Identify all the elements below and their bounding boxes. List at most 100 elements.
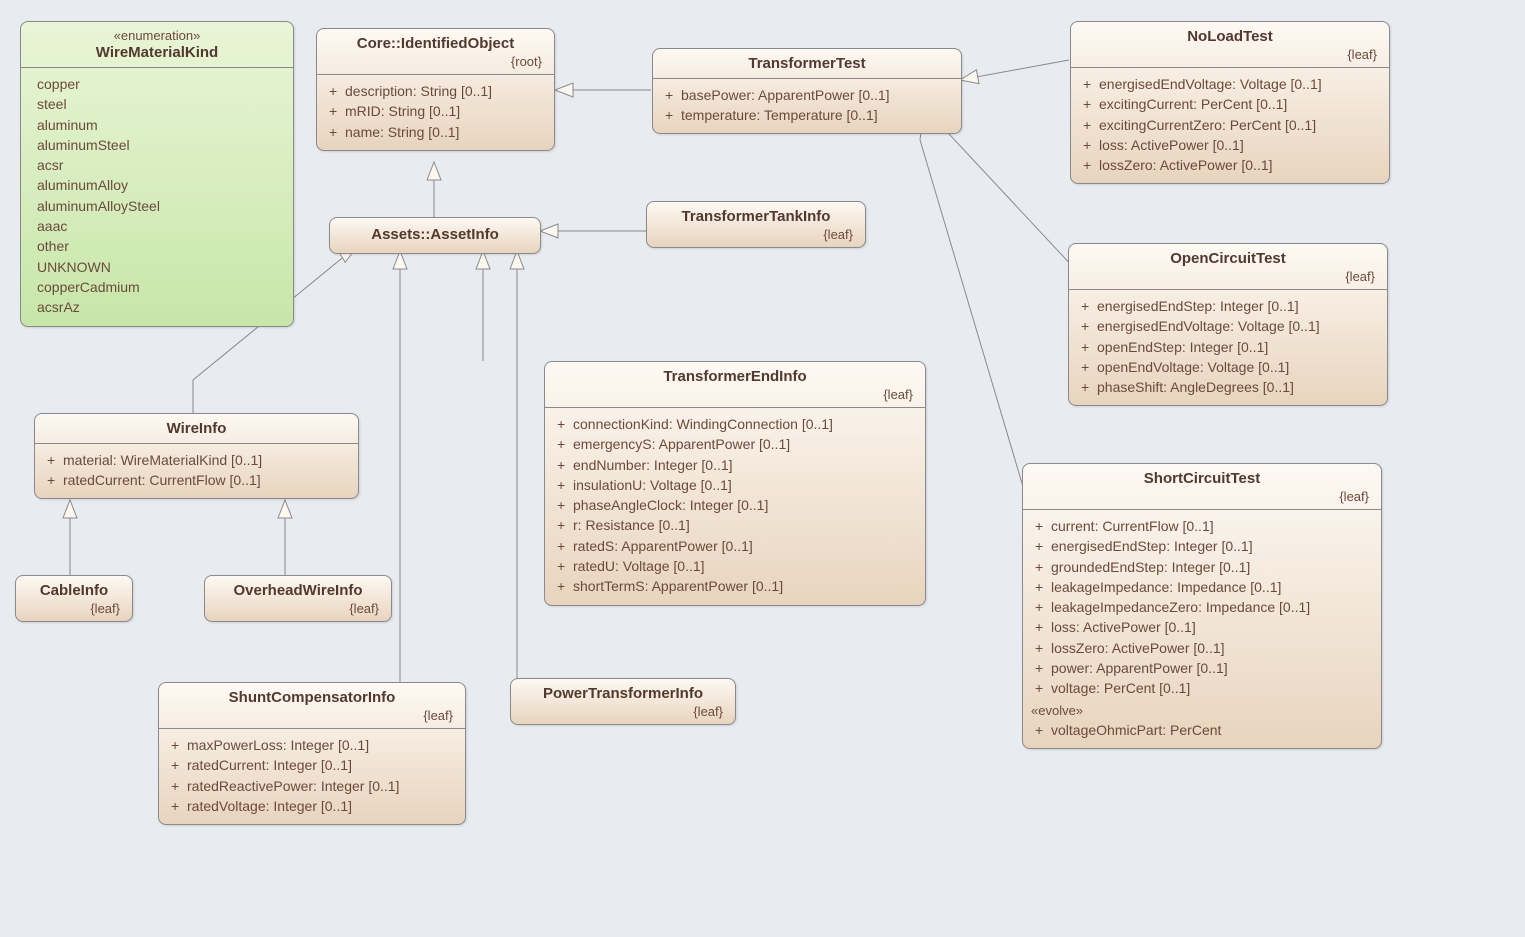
attribute: +name: String [0..1] [329, 122, 546, 142]
attribute: +groundedEndStep: Integer [0..1] [1035, 557, 1373, 577]
class-transformer-tank-info: TransformerTankInfo {leaf} [646, 201, 866, 248]
class-title: OpenCircuitTest {leaf} [1069, 244, 1387, 290]
class-no-load-test: NoLoadTest {leaf} +energisedEndVoltage: … [1070, 21, 1390, 184]
attribute-text: energisedEndVoltage: Voltage [0..1] [1097, 318, 1320, 334]
attribute-text: ratedCurrent: CurrentFlow [0..1] [63, 472, 261, 488]
attribute: +endNumber: Integer [0..1] [557, 455, 917, 475]
class-title: Core::IdentifiedObject {root} [317, 29, 554, 75]
enum-item: copper [33, 74, 285, 94]
class-identified-object: Core::IdentifiedObject {root} +descripti… [316, 28, 555, 151]
enum-item: acsrAz [33, 297, 285, 317]
attribute: +energisedEndStep: Integer [0..1] [1081, 296, 1379, 316]
attribute-text: basePower: ApparentPower [0..1] [681, 87, 890, 103]
class-open-circuit-test: OpenCircuitTest {leaf} +energisedEndStep… [1068, 243, 1388, 406]
attribute: +temperature: Temperature [0..1] [665, 105, 953, 125]
enum-item: aluminum [33, 115, 285, 135]
class-name: Assets::AssetInfo [371, 226, 499, 243]
attribute-text: loss: ActivePower [0..1] [1051, 619, 1196, 635]
attribute-text: energisedEndStep: Integer [0..1] [1097, 298, 1299, 314]
class-constraint: {leaf} [1033, 489, 1371, 505]
class-body: +connectionKind: WindingConnection [0..1… [545, 408, 925, 605]
enum-item: UNKNOWN [33, 257, 285, 277]
class-name: WireMaterialKind [96, 44, 218, 61]
class-title: ShuntCompensatorInfo {leaf} [159, 683, 465, 729]
attribute-text: ratedReactivePower: Integer [0..1] [187, 778, 399, 794]
enum-item: aaac [33, 216, 285, 236]
class-title: TransformerTankInfo {leaf} [647, 202, 865, 247]
attribute-text: r: Resistance [0..1] [573, 517, 690, 533]
class-body: +energisedEndVoltage: Voltage [0..1] +ex… [1071, 68, 1389, 183]
class-body: +description: String [0..1] +mRID: Strin… [317, 75, 554, 150]
attribute: +excitingCurrent: PerCent [0..1] [1083, 94, 1381, 114]
attribute-text: lossZero: ActivePower [0..1] [1051, 640, 1225, 656]
class-name: OverheadWireInfo [233, 582, 362, 599]
attribute-text: material: WireMaterialKind [0..1] [63, 452, 262, 468]
class-name: WireInfo [167, 420, 227, 437]
attribute: +voltage: PerCent [0..1] [1035, 678, 1373, 698]
attribute: +lossZero: ActivePower [0..1] [1035, 638, 1373, 658]
class-constraint: {leaf} [521, 704, 725, 720]
attribute: +ratedVoltage: Integer [0..1] [171, 796, 457, 816]
class-power-transformer-info: PowerTransformerInfo {leaf} [510, 678, 736, 725]
attribute-text: groundedEndStep: Integer [0..1] [1051, 559, 1250, 575]
attribute: +r: Resistance [0..1] [557, 515, 917, 535]
attribute: +loss: ActivePower [0..1] [1035, 617, 1373, 637]
attribute-text: mRID: String [0..1] [345, 103, 460, 119]
attribute: +energisedEndVoltage: Voltage [0..1] [1081, 316, 1379, 336]
attribute-text: connectionKind: WindingConnection [0..1] [573, 416, 833, 432]
class-title: OverheadWireInfo {leaf} [205, 576, 391, 621]
class-title: PowerTransformerInfo {leaf} [511, 679, 735, 724]
attribute: +connectionKind: WindingConnection [0..1… [557, 414, 917, 434]
class-name: TransformerTankInfo [682, 208, 831, 225]
attribute: +leakageImpedance: Impedance [0..1] [1035, 577, 1373, 597]
attribute-text: ratedU: Voltage [0..1] [573, 558, 705, 574]
attribute-text: shortTermS: ApparentPower [0..1] [573, 578, 783, 594]
class-body: +material: WireMaterialKind [0..1] +rate… [35, 444, 358, 499]
enum-body: copper steel aluminum aluminumSteel acsr… [21, 68, 293, 326]
attribute: +energisedEndStep: Integer [0..1] [1035, 536, 1373, 556]
class-name: TransformerEndInfo [663, 368, 806, 385]
attribute-text: voltage: PerCent [0..1] [1051, 680, 1190, 696]
attribute-text: openEndVoltage: Voltage [0..1] [1097, 359, 1289, 375]
attribute: +ratedCurrent: CurrentFlow [0..1] [47, 470, 350, 490]
class-constraint: {leaf} [215, 601, 381, 617]
attribute: +loss: ActivePower [0..1] [1083, 135, 1381, 155]
class-constraint: {leaf} [1079, 269, 1377, 285]
class-constraint: {root} [327, 54, 544, 70]
class-title: WireInfo [35, 414, 358, 444]
attribute: +power: ApparentPower [0..1] [1035, 658, 1373, 678]
attribute-text: insulationU: Voltage [0..1] [573, 477, 732, 493]
class-overhead-wire-info: OverheadWireInfo {leaf} [204, 575, 392, 622]
class-cable-info: CableInfo {leaf} [15, 575, 133, 622]
class-wire-material-kind: «enumeration» WireMaterialKind copper st… [20, 21, 294, 327]
enum-item: aluminumAlloy [33, 175, 285, 195]
class-constraint: {leaf} [555, 387, 915, 403]
class-constraint: {leaf} [1081, 47, 1379, 63]
attribute-text: endNumber: Integer [0..1] [573, 457, 733, 473]
class-title: NoLoadTest {leaf} [1071, 22, 1389, 68]
attribute-text: emergencyS: ApparentPower [0..1] [573, 436, 790, 452]
class-name: TransformerTest [748, 55, 865, 72]
attribute: +leakageImpedanceZero: Impedance [0..1] [1035, 597, 1373, 617]
class-name: ShuntCompensatorInfo [229, 689, 396, 706]
evolve-body: +voltageOhmicPart: PerCent [1023, 718, 1381, 748]
class-body: +current: CurrentFlow [0..1] +energisedE… [1023, 510, 1381, 701]
class-wire-info: WireInfo +material: WireMaterialKind [0.… [34, 413, 359, 499]
class-transformer-end-info: TransformerEndInfo {leaf} +connectionKin… [544, 361, 926, 606]
class-title: ShortCircuitTest {leaf} [1023, 464, 1381, 510]
class-title: CableInfo {leaf} [16, 576, 132, 621]
attribute-text: ratedS: ApparentPower [0..1] [573, 538, 753, 554]
class-body: +basePower: ApparentPower [0..1] +temper… [653, 79, 961, 134]
attribute: +insulationU: Voltage [0..1] [557, 475, 917, 495]
evolve-stereotype: «evolve» [1023, 701, 1381, 718]
attribute-text: name: String [0..1] [345, 124, 459, 140]
class-constraint: {leaf} [169, 708, 455, 724]
attribute-text: leakageImpedance: Impedance [0..1] [1051, 579, 1281, 595]
attribute: +excitingCurrentZero: PerCent [0..1] [1083, 115, 1381, 135]
attribute-text: voltageOhmicPart: PerCent [1051, 722, 1221, 738]
attribute: +voltageOhmicPart: PerCent [1035, 720, 1373, 740]
enum-item: copperCadmium [33, 277, 285, 297]
class-name: ShortCircuitTest [1144, 470, 1260, 487]
enum-item: other [33, 236, 285, 256]
class-title: Assets::AssetInfo [330, 218, 540, 253]
